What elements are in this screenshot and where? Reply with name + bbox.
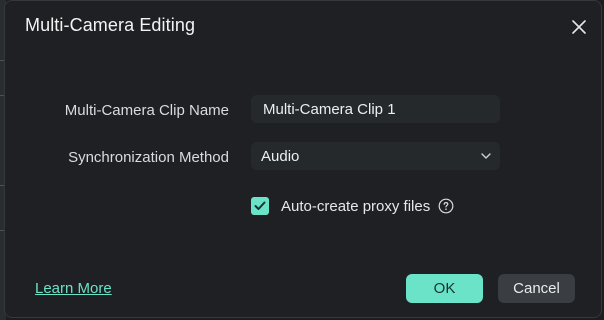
cancel-button[interactable]: Cancel <box>498 274 575 303</box>
close-button[interactable] <box>567 15 591 39</box>
dialog-title: Multi-Camera Editing <box>25 15 196 35</box>
sync-method-select[interactable]: Audio <box>251 142 500 170</box>
help-circle-icon[interactable] <box>438 198 454 214</box>
checkmark-icon <box>254 201 266 210</box>
close-icon <box>572 20 586 34</box>
sync-method-label: Synchronization Method <box>68 149 229 166</box>
ok-button[interactable]: OK <box>406 274 483 303</box>
proxy-checkbox[interactable] <box>251 197 269 215</box>
sync-method-value: Audio <box>261 147 300 165</box>
clip-name-input[interactable] <box>251 95 500 123</box>
multi-camera-dialog: Multi-Camera Editing Multi-Camera Clip N… <box>4 0 602 318</box>
chevron-down-icon <box>472 153 500 159</box>
learn-more-link[interactable]: Learn More <box>35 280 112 297</box>
clip-name-label: Multi-Camera Clip Name <box>64 102 229 119</box>
clip-name-field[interactable] <box>251 95 500 123</box>
proxy-label: Auto-create proxy files <box>281 197 431 215</box>
proxy-option: Auto-create proxy files <box>251 195 454 217</box>
